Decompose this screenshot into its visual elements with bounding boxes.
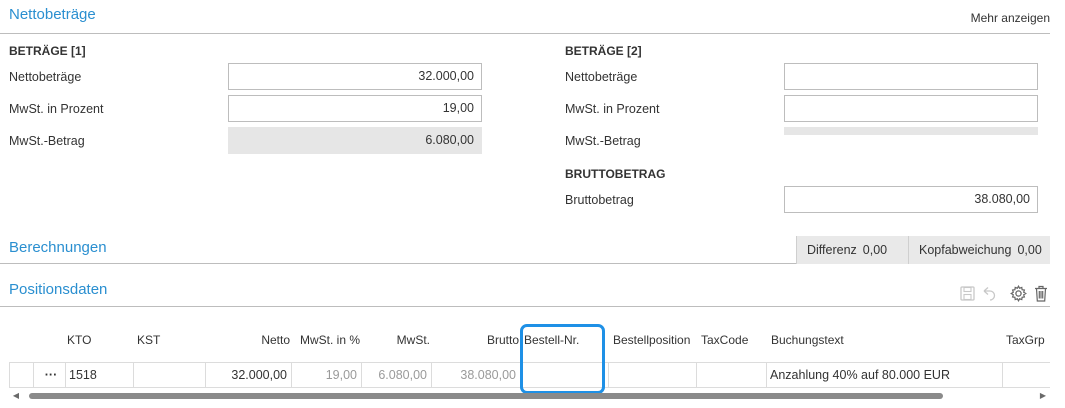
more-link[interactable]: Mehr anzeigen — [971, 11, 1050, 25]
cell-mwst-prozent: 19,00 — [291, 363, 361, 387]
readonly-mwst-betrag-2 — [784, 127, 1038, 135]
group-title-betraege-1: BETRÄGE [1] — [9, 44, 86, 58]
cell-taxcode[interactable] — [696, 363, 766, 387]
section-divider — [0, 306, 1050, 307]
cell-bestell-nr[interactable] — [520, 363, 608, 387]
label-bruttobetrag: Bruttobetrag — [565, 193, 634, 207]
label-mwst-prozent-2: MwSt. in Prozent — [565, 102, 660, 116]
table-row[interactable]: ··· 1518 32.000,00 19,00 6.080,00 38.080… — [9, 362, 1050, 388]
readonly-mwst-betrag-1: 6.080,00 — [228, 127, 482, 154]
label-nettobetraege-2: Nettobeträge — [565, 70, 638, 84]
cell-mwst: 6.080,00 — [361, 363, 431, 387]
cell-brutto: 38.080,00 — [431, 363, 520, 387]
group-title-betraege-2: BETRÄGE [2] — [565, 44, 642, 58]
undo-icon[interactable] — [979, 284, 997, 302]
kopfabweichung-value: 0,00 — [1017, 243, 1042, 257]
scroll-left-icon[interactable]: ◀ — [11, 391, 21, 401]
label-mwst-betrag-1: MwSt.-Betrag — [9, 134, 85, 148]
column-header-netto[interactable]: Netto — [205, 333, 290, 347]
kopfabweichung-summary: Kopfabweichung 0,00 — [908, 236, 1050, 264]
column-header-buchungstext[interactable]: Buchungstext — [771, 333, 844, 347]
cell-bestellposition[interactable] — [608, 363, 696, 387]
column-header-taxcode[interactable]: TaxCode — [701, 333, 748, 347]
column-header-mwst-prozent[interactable]: MwSt. in % — [292, 333, 360, 347]
section-divider — [0, 33, 1050, 34]
cell-buchungstext[interactable]: Anzahlung 40% auf 80.000 EUR — [766, 363, 1002, 387]
column-header-taxgrp[interactable]: TaxGrp — [1006, 333, 1045, 347]
differenz-value: 0,00 — [862, 243, 888, 257]
column-header-bestellposition[interactable]: Bestellposition — [613, 333, 690, 347]
trash-icon[interactable] — [1032, 284, 1050, 302]
column-header-bestell-nr[interactable]: Bestell-Nr. — [524, 333, 579, 347]
differenz-label: Differenz — [807, 243, 857, 257]
horizontal-scrollbar[interactable]: ◀ ▶ — [9, 391, 1050, 401]
differenz-summary: Differenz 0,00 — [796, 236, 908, 264]
input-nettobetraege-2[interactable] — [784, 63, 1038, 90]
input-mwst-prozent-1[interactable]: 19,00 — [228, 95, 482, 122]
input-nettobetraege-1[interactable]: 32.000,00 — [228, 63, 482, 90]
label-mwst-betrag-2: MwSt.-Betrag — [565, 134, 641, 148]
section-title-positionsdaten[interactable]: Positionsdaten — [9, 281, 107, 298]
scrollbar-thumb[interactable] — [29, 393, 943, 399]
section-title-nettobetraege[interactable]: Nettobeträge — [9, 6, 96, 23]
kopfabweichung-label: Kopfabweichung — [919, 243, 1012, 257]
gear-icon[interactable] — [1009, 284, 1027, 302]
column-header-kst[interactable]: KST — [137, 333, 160, 347]
scroll-right-icon[interactable]: ▶ — [1038, 391, 1048, 401]
cell-kst[interactable] — [133, 363, 205, 387]
row-selector[interactable] — [9, 363, 33, 387]
column-header-mwst[interactable]: MwSt. — [362, 333, 430, 347]
column-header-kto[interactable]: KTO — [67, 333, 91, 347]
input-bruttobetrag[interactable]: 38.080,00 — [784, 186, 1038, 213]
section-title-berechnungen[interactable]: Berechnungen — [9, 239, 107, 256]
label-mwst-prozent-1: MwSt. in Prozent — [9, 102, 104, 116]
label-nettobetraege-1: Nettobeträge — [9, 70, 82, 84]
row-menu-icon[interactable]: ··· — [33, 363, 65, 387]
column-header-brutto[interactable]: Brutto — [432, 333, 519, 347]
input-mwst-prozent-2[interactable] — [784, 95, 1038, 122]
cell-taxgrp[interactable] — [1002, 363, 1050, 387]
group-title-bruttobetrag: BRUTTOBETRAG — [565, 167, 666, 181]
save-icon[interactable] — [958, 284, 976, 302]
cell-kto[interactable]: 1518 — [65, 363, 133, 387]
cell-netto[interactable]: 32.000,00 — [205, 363, 291, 387]
